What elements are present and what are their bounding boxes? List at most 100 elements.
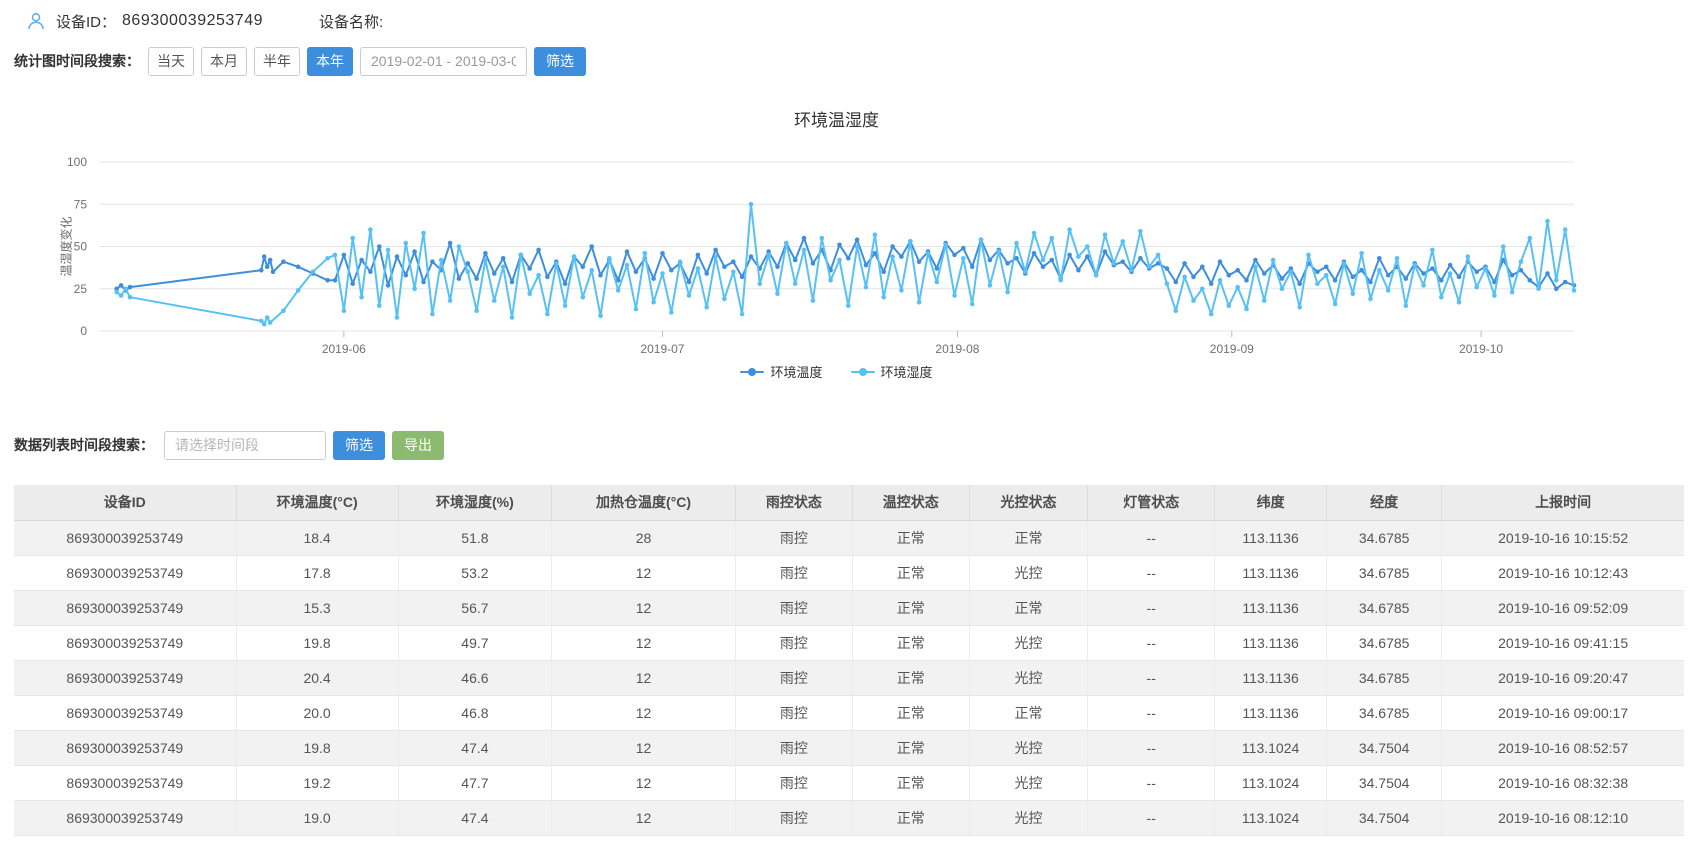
table-cell: 113.1136 (1215, 520, 1327, 555)
legend-item-humidity[interactable]: 环境湿度 (851, 362, 933, 381)
table-cell: 869300039253749 (14, 695, 236, 730)
legend-label: 环境温度 (770, 362, 822, 381)
table-cell: 12 (552, 555, 736, 590)
table-header-cell: 温控状态 (852, 485, 969, 520)
table-cell: 19.8 (236, 730, 398, 765)
table-cell: 869300039253749 (14, 800, 236, 835)
table-cell: 46.8 (398, 695, 552, 730)
table-cell: 2019-10-16 08:32:38 (1442, 765, 1684, 800)
range-button-year[interactable]: 本年 (307, 47, 353, 76)
table-cell: 34.7504 (1327, 730, 1442, 765)
table-cell: 正常 (969, 695, 1088, 730)
table-cell: 869300039253749 (14, 730, 236, 765)
chart-canvas[interactable]: 02550751002019-062019-072019-082019-0920… (14, 98, 1684, 358)
table-cell: 113.1024 (1215, 800, 1327, 835)
range-button-month[interactable]: 本月 (201, 47, 247, 76)
table-cell: 20.0 (236, 695, 398, 730)
device-id-value: 869300039253749 (122, 12, 263, 30)
table-cell: 12 (552, 590, 736, 625)
user-icon (26, 11, 46, 31)
table-search-label: 数据列表时间段搜索： (14, 435, 154, 455)
range-button-halfyear[interactable]: 半年 (254, 47, 300, 76)
chart-block: 环境温湿度 温湿度变化 02550751002019-062019-072019… (14, 98, 1684, 394)
table-row: 86930003925374919.247.712雨控正常光控--113.102… (14, 765, 1684, 800)
table-header-cell: 上报时间 (1442, 485, 1684, 520)
device-name-label: 设备名称: (319, 11, 383, 32)
table-row: 86930003925374919.849.712雨控正常光控--113.113… (14, 625, 1684, 660)
table-cell: 正常 (969, 520, 1088, 555)
range-button-today[interactable]: 当天 (148, 47, 194, 76)
table-header-cell: 雨控状态 (735, 485, 852, 520)
table-search-toolbar: 数据列表时间段搜索： 筛选 导出 (14, 430, 1684, 460)
table-cell: 光控 (969, 800, 1088, 835)
table-row: 86930003925374920.046.812雨控正常正常--113.113… (14, 695, 1684, 730)
page: 设备ID： 869300039253749 设备名称: 统计图时间段搜索： 当天… (0, 0, 1698, 836)
device-id-label: 设备ID： (56, 11, 116, 32)
export-button[interactable]: 导出 (392, 431, 444, 460)
table-row: 86930003925374919.047.412雨控正常光控--113.102… (14, 800, 1684, 835)
table-cell: 113.1136 (1215, 590, 1327, 625)
chart-filter-button[interactable]: 筛选 (534, 47, 586, 76)
table-cell: 正常 (969, 590, 1088, 625)
table-cell: 雨控 (735, 730, 852, 765)
table-cell: -- (1088, 695, 1215, 730)
table-cell: 869300039253749 (14, 590, 236, 625)
table-cell: 正常 (852, 625, 969, 660)
table-cell: 正常 (852, 730, 969, 765)
table-cell: 113.1136 (1215, 695, 1327, 730)
table-header-cell: 设备ID (14, 485, 236, 520)
table-cell: 47.4 (398, 800, 552, 835)
table-header-cell: 纬度 (1215, 485, 1327, 520)
table-cell: 12 (552, 800, 736, 835)
table-cell: 雨控 (735, 520, 852, 555)
table-cell: 34.7504 (1327, 800, 1442, 835)
table-cell: -- (1088, 660, 1215, 695)
svg-text:0: 0 (80, 324, 87, 338)
legend-marker-icon (851, 371, 875, 373)
svg-text:2019-09: 2019-09 (1210, 342, 1254, 356)
table-cell: 19.2 (236, 765, 398, 800)
table-cell: 雨控 (735, 765, 852, 800)
table-cell: 49.7 (398, 625, 552, 660)
table-cell: 113.1024 (1215, 730, 1327, 765)
table-cell: -- (1088, 765, 1215, 800)
table-cell: 12 (552, 765, 736, 800)
table-cell: 34.6785 (1327, 660, 1442, 695)
table-cell: 12 (552, 625, 736, 660)
svg-text:25: 25 (74, 282, 88, 296)
table-cell: -- (1088, 590, 1215, 625)
table-cell: -- (1088, 520, 1215, 555)
table-header-cell: 环境温度(°C) (236, 485, 398, 520)
table-cell: -- (1088, 800, 1215, 835)
legend-marker-icon (740, 371, 764, 373)
legend-item-temperature[interactable]: 环境温度 (740, 362, 822, 381)
svg-text:75: 75 (74, 197, 88, 211)
svg-text:50: 50 (74, 240, 88, 254)
table-header-cell: 经度 (1327, 485, 1442, 520)
table-cell: 2019-10-16 10:12:43 (1442, 555, 1684, 590)
table-cell: 17.8 (236, 555, 398, 590)
table-cell: 19.0 (236, 800, 398, 835)
table-cell: 2019-10-16 08:12:10 (1442, 800, 1684, 835)
table-filter-button[interactable]: 筛选 (333, 431, 385, 460)
table-date-input[interactable] (164, 431, 326, 460)
table-cell: 47.4 (398, 730, 552, 765)
svg-text:100: 100 (67, 155, 87, 169)
table-cell: 正常 (852, 695, 969, 730)
table-cell: 20.4 (236, 660, 398, 695)
table-cell: 雨控 (735, 625, 852, 660)
table-cell: 雨控 (735, 695, 852, 730)
table-cell: 12 (552, 660, 736, 695)
table-cell: 47.7 (398, 765, 552, 800)
table-cell: 34.6785 (1327, 625, 1442, 660)
svg-text:2019-08: 2019-08 (935, 342, 979, 356)
table-cell: 2019-10-16 09:20:47 (1442, 660, 1684, 695)
table-row: 86930003925374917.853.212雨控正常光控--113.113… (14, 555, 1684, 590)
table-cell: 46.6 (398, 660, 552, 695)
table-row: 86930003925374919.847.412雨控正常光控--113.102… (14, 730, 1684, 765)
table-cell: 正常 (852, 660, 969, 695)
chart-date-range-input[interactable] (360, 47, 527, 76)
table-cell: 正常 (852, 765, 969, 800)
table-cell: 113.1136 (1215, 660, 1327, 695)
table-header-cell: 灯管状态 (1088, 485, 1215, 520)
